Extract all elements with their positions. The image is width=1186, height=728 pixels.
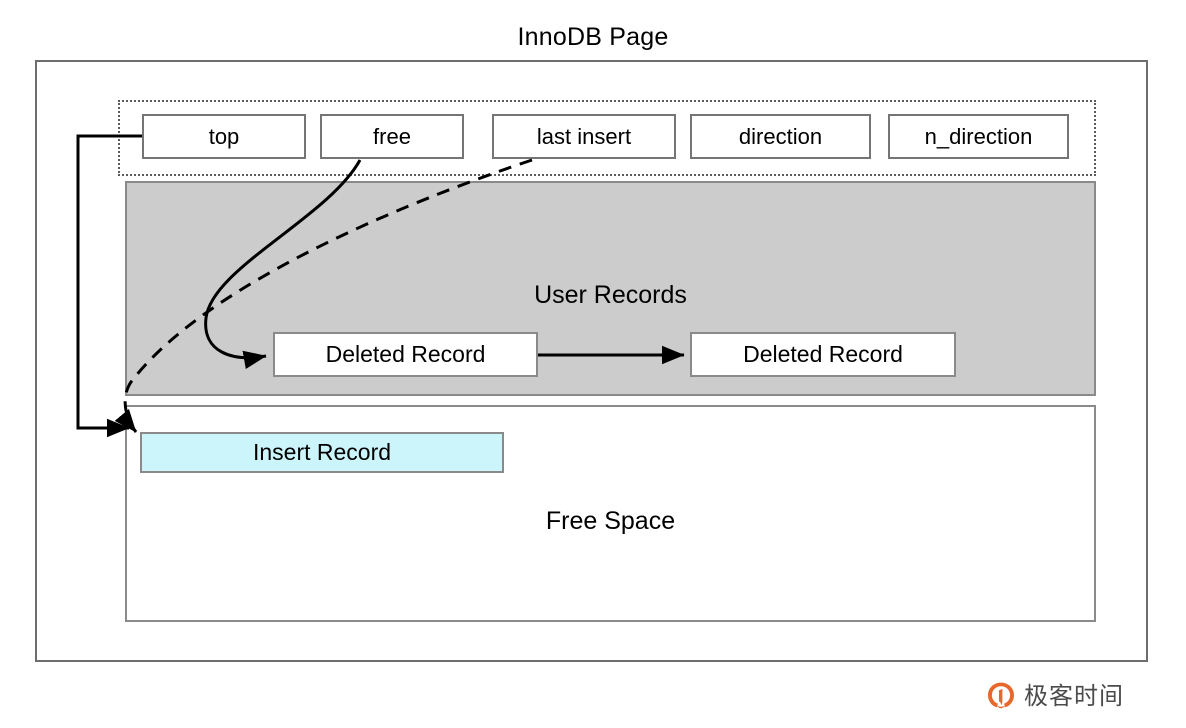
field-box-top[interactable]: top	[142, 114, 306, 159]
record-box-insert-1[interactable]: Insert Record	[140, 432, 504, 473]
region-user-records-label: User Records	[534, 281, 687, 309]
diagram-canvas: InnoDB Page top free last insert directi…	[0, 0, 1186, 728]
region-free-space-label: Free Space	[545, 507, 676, 535]
watermark: 极客时间	[985, 676, 1160, 716]
watermark-text: 极客时间	[1024, 682, 1124, 710]
record-box-deleted-1[interactable]: Deleted Record	[273, 332, 538, 377]
field-box-free[interactable]: free	[320, 114, 464, 159]
page-title: InnoDB Page	[517, 23, 669, 51]
field-box-n-direction[interactable]: n_direction	[888, 114, 1069, 159]
field-box-direction[interactable]: direction	[690, 114, 871, 159]
record-box-deleted-2[interactable]: Deleted Record	[690, 332, 956, 377]
field-box-last-insert[interactable]: last insert	[492, 114, 676, 159]
geektime-logo-icon	[988, 682, 1014, 709]
